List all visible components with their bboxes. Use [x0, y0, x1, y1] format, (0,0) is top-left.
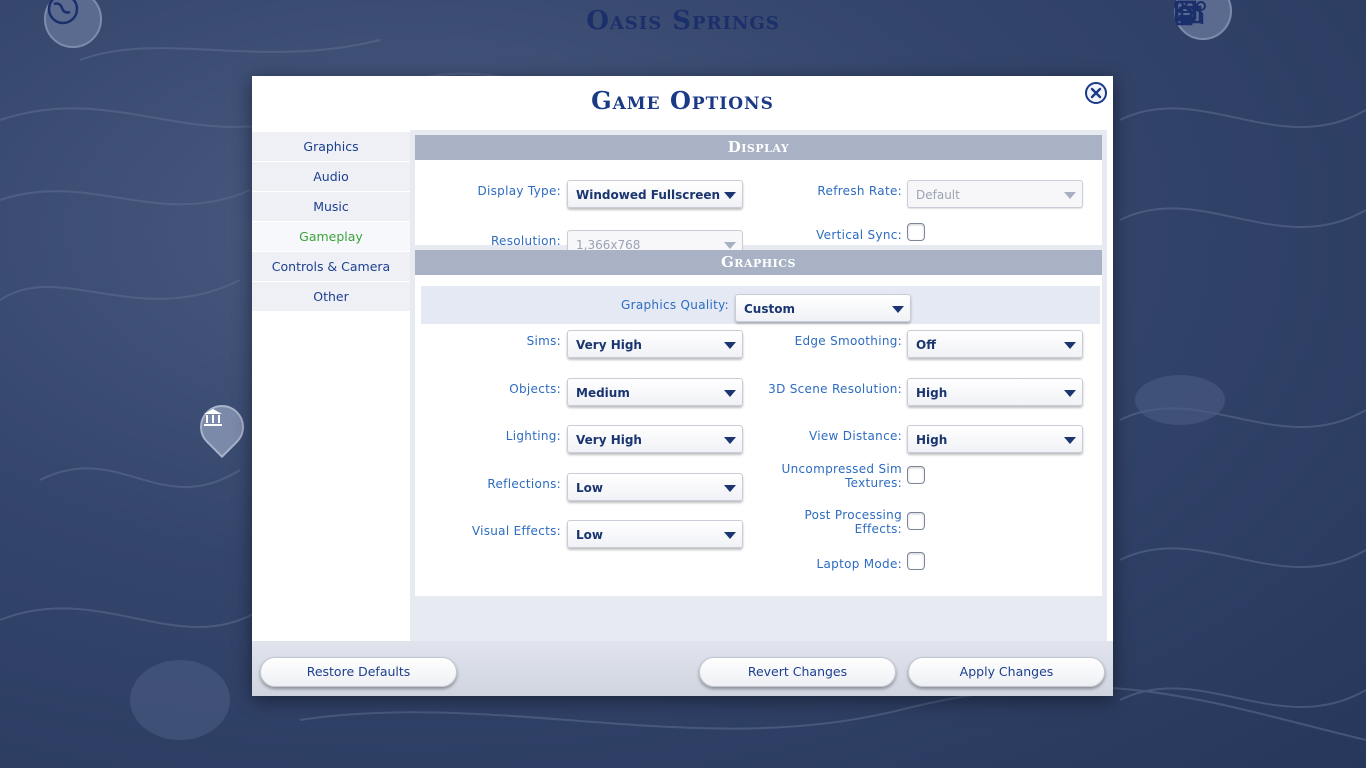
chevron-down-icon	[1064, 192, 1076, 199]
chevron-down-icon	[1064, 342, 1076, 349]
laptop-mode-checkbox[interactable]	[907, 552, 925, 570]
display-type-value: Windowed Fullscreen	[576, 188, 721, 202]
graphics-quality-dropdown[interactable]: Custom	[735, 294, 911, 322]
graphics-quality-value: Custom	[744, 302, 795, 316]
close-icon	[1090, 84, 1102, 103]
graphics-quality-label: Graphics Quality:	[621, 298, 729, 312]
revert-changes-button[interactable]: Revert Changes	[699, 657, 896, 687]
vertical-sync-checkbox[interactable]	[907, 223, 925, 241]
uncompressed-textures-label-line2: Textures:	[845, 476, 902, 490]
uncompressed-textures-label-line1: Uncompressed Sim	[781, 462, 902, 476]
chevron-down-icon	[892, 306, 904, 313]
edge-smoothing-dropdown[interactable]: Off	[907, 330, 1083, 358]
visual-effects-label: Visual Effects:	[471, 524, 561, 538]
scene-resolution-value: High	[916, 386, 948, 400]
resolution-label: Resolution:	[490, 234, 561, 248]
sims-label: Sims:	[526, 334, 561, 348]
apply-changes-button[interactable]: Apply Changes	[908, 657, 1105, 687]
household-button[interactable]	[1175, 4, 1272, 35]
display-header: Display	[415, 135, 1102, 160]
visual-effects-value: Low	[576, 528, 603, 542]
view-distance-value: High	[916, 433, 948, 447]
edge-smoothing-value: Off	[916, 338, 936, 352]
chevron-down-icon	[1064, 390, 1076, 397]
uncompressed-textures-checkbox[interactable]	[907, 466, 925, 484]
tab-other[interactable]: Other	[252, 282, 410, 312]
tab-graphics[interactable]: Graphics	[252, 132, 410, 162]
options-sidebar: Graphics Audio Music Gameplay Controls &…	[252, 132, 410, 312]
vertical-sync-label: Vertical Sync:	[816, 228, 902, 242]
reflections-value: Low	[576, 481, 603, 495]
display-section: Display Display Type: Windowed Fullscree…	[415, 135, 1102, 258]
tab-music[interactable]: Music	[252, 192, 410, 222]
tab-audio[interactable]: Audio	[252, 162, 410, 192]
view-distance-dropdown[interactable]: High	[907, 425, 1083, 453]
dialog-title: Game Options	[591, 86, 774, 115]
post-processing-label-line1: Post Processing	[804, 508, 902, 522]
top-right-toolbar	[1174, 0, 1352, 40]
options-menu-button[interactable]	[1174, 1, 1352, 35]
world-title: Oasis Springs	[586, 6, 780, 36]
sims-value: Very High	[576, 338, 642, 352]
reflections-label: Reflections:	[487, 477, 561, 491]
refresh-rate-dropdown[interactable]: Default	[907, 180, 1083, 208]
close-button[interactable]	[1085, 82, 1107, 104]
refresh-rate-value: Default	[916, 188, 960, 202]
game-options-dialog: Game Options Graphics Audio Music Gamepl…	[252, 76, 1113, 696]
refresh-rate-label: Refresh Rate:	[817, 184, 902, 198]
lighting-value: Very High	[576, 433, 642, 447]
lot-list-button[interactable]	[1174, 0, 1312, 35]
chevron-down-icon	[724, 242, 736, 249]
scene-resolution-dropdown[interactable]: High	[907, 378, 1083, 406]
objects-label: Objects:	[509, 382, 561, 396]
lighting-label: Lighting:	[505, 429, 561, 443]
post-processing-label-line2: Effects:	[854, 522, 902, 536]
scene-resolution-label: 3D Scene Resolution:	[768, 382, 902, 396]
graphics-section: Graphics Graphics Quality: Custom Sims: …	[415, 250, 1102, 596]
view-distance-label: View Distance:	[808, 429, 902, 443]
chevron-down-icon	[1064, 437, 1076, 444]
post-processing-checkbox[interactable]	[907, 512, 925, 530]
post-processing-label: Post Processing Effects:	[715, 508, 902, 536]
objects-value: Medium	[576, 386, 630, 400]
graphics-header: Graphics	[415, 250, 1102, 275]
graphics-quality-row: Graphics Quality: Custom	[421, 286, 1100, 324]
options-content: Display Display Type: Windowed Fullscree…	[410, 130, 1107, 641]
display-type-label: Display Type:	[477, 184, 561, 198]
tab-controls-camera[interactable]: Controls & Camera	[252, 252, 410, 282]
edge-smoothing-label: Edge Smoothing:	[794, 334, 902, 348]
uncompressed-textures-label: Uncompressed Sim Textures:	[715, 462, 902, 490]
tab-gameplay[interactable]: Gameplay	[252, 222, 410, 252]
dialog-footer: Restore Defaults Revert Changes Apply Ch…	[252, 641, 1113, 696]
restore-defaults-button[interactable]: Restore Defaults	[260, 657, 457, 687]
laptop-mode-label: Laptop Mode:	[816, 557, 902, 571]
